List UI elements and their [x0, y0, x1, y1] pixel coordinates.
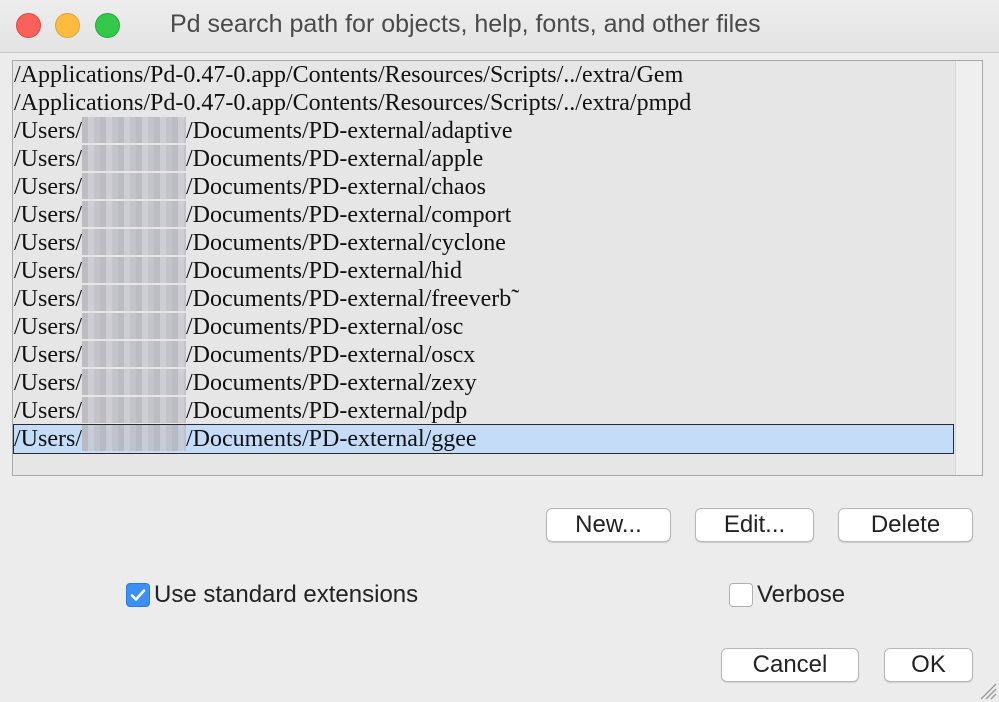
- verbose-checkbox[interactable]: [729, 583, 753, 607]
- search-path-list[interactable]: /Applications/Pd-0.47-0.app/Contents/Res…: [12, 60, 983, 476]
- redacted-username: [82, 397, 186, 423]
- redacted-username: [82, 117, 186, 143]
- list-scrollbar[interactable]: [955, 61, 982, 475]
- path-text-suffix: /Documents/PD-external/zexy: [186, 370, 477, 396]
- list-item[interactable]: /Users/ /Documents/PD-external/oscx: [14, 341, 475, 369]
- checkmark-icon: [130, 589, 146, 601]
- path-text: /Users/: [14, 398, 82, 424]
- path-text-suffix: /Documents/PD-external/chaos: [186, 174, 486, 200]
- redacted-username: [82, 257, 186, 283]
- path-text-suffix: /Documents/PD-external/ggee: [186, 426, 477, 452]
- path-text: /Users/: [14, 118, 82, 144]
- path-text: /Users/: [14, 286, 82, 312]
- redacted-username: [82, 285, 186, 311]
- list-item[interactable]: /Users/ /Documents/PD-external/chaos: [14, 173, 486, 201]
- redacted-username: [82, 425, 186, 451]
- redacted-username: [82, 313, 186, 339]
- use-standard-extensions-checkbox[interactable]: [126, 583, 150, 607]
- path-text-suffix: /Documents/PD-external/apple: [186, 146, 484, 172]
- redacted-username: [82, 341, 186, 367]
- cancel-button[interactable]: Cancel: [721, 648, 859, 682]
- list-item-selected[interactable]: /Users/ /Documents/PD-external/ggee: [13, 424, 954, 454]
- path-text-suffix: /Documents/PD-external/osc: [186, 314, 464, 340]
- redacted-username: [82, 369, 186, 395]
- path-text: /Users/: [14, 342, 82, 368]
- list-item[interactable]: /Users/ /Documents/PD-external/osc: [14, 313, 463, 341]
- edit-path-button[interactable]: Edit...: [695, 508, 814, 542]
- path-text-suffix: /Documents/PD-external/oscx: [186, 342, 476, 368]
- list-item[interactable]: /Users/ /Documents/PD-external/adaptive: [14, 117, 513, 145]
- path-text: /Users/: [14, 230, 82, 256]
- list-item[interactable]: /Applications/Pd-0.47-0.app/Contents/Res…: [14, 61, 683, 89]
- title-bar[interactable]: Pd search path for objects, help, fonts,…: [0, 0, 999, 53]
- redacted-username: [82, 201, 186, 227]
- list-item[interactable]: /Users/ /Documents/PD-external/freeverb˜: [14, 285, 519, 313]
- path-text: /Users/: [14, 146, 82, 172]
- path-text-suffix: /Documents/PD-external/adaptive: [186, 118, 513, 144]
- zoom-window-button[interactable]: [95, 13, 120, 38]
- path-text-suffix: /Documents/PD-external/freeverb˜: [186, 286, 520, 312]
- use-standard-extensions-label: Use standard extensions: [154, 581, 419, 608]
- list-item[interactable]: /Users/ /Documents/PD-external/apple: [14, 145, 483, 173]
- delete-path-button[interactable]: Delete: [838, 508, 973, 542]
- redacted-username: [82, 173, 186, 199]
- path-text: /Users/: [14, 314, 82, 340]
- search-path-list-items: /Applications/Pd-0.47-0.app/Contents/Res…: [13, 61, 957, 475]
- list-item[interactable]: /Users/ /Documents/PD-external/pdp: [14, 397, 467, 425]
- path-text: /Users/: [14, 174, 82, 200]
- path-text-suffix: /Documents/PD-external/cyclone: [186, 230, 506, 256]
- ok-button[interactable]: OK: [884, 648, 973, 682]
- use-standard-extensions-option[interactable]: Use standard extensions: [126, 580, 418, 610]
- path-text: /Applications/Pd-0.47-0.app/Contents/Res…: [14, 90, 692, 116]
- path-text: /Users/: [14, 202, 82, 228]
- resize-grip-icon[interactable]: [975, 678, 997, 700]
- path-text: /Users/: [14, 426, 82, 452]
- list-item[interactable]: /Users/ /Documents/PD-external/zexy: [14, 369, 477, 397]
- redacted-username: [82, 145, 186, 171]
- new-path-button[interactable]: New...: [546, 508, 671, 542]
- list-item[interactable]: /Users/ /Documents/PD-external/cyclone: [14, 229, 506, 257]
- path-text: /Users/: [14, 370, 82, 396]
- close-window-button[interactable]: [16, 13, 41, 38]
- redacted-username: [82, 229, 186, 255]
- path-text-suffix: /Documents/PD-external/hid: [186, 258, 462, 284]
- pd-path-dialog: Pd search path for objects, help, fonts,…: [0, 0, 999, 702]
- path-text: /Users/: [14, 258, 82, 284]
- minimize-window-button[interactable]: [55, 13, 80, 38]
- path-text-suffix: /Documents/PD-external/pdp: [186, 398, 468, 424]
- path-text: /Applications/Pd-0.47-0.app/Contents/Res…: [14, 62, 684, 88]
- path-text-suffix: /Documents/PD-external/comport: [186, 202, 512, 228]
- list-item[interactable]: /Applications/Pd-0.47-0.app/Contents/Res…: [14, 89, 691, 117]
- verbose-option[interactable]: Verbose: [729, 580, 845, 610]
- verbose-label: Verbose: [757, 581, 846, 608]
- list-item[interactable]: /Users/ /Documents/PD-external/hid: [14, 257, 462, 285]
- window-title: Pd search path for objects, help, fonts,…: [170, 10, 761, 38]
- list-item[interactable]: /Users/ /Documents/PD-external/comport: [14, 201, 511, 229]
